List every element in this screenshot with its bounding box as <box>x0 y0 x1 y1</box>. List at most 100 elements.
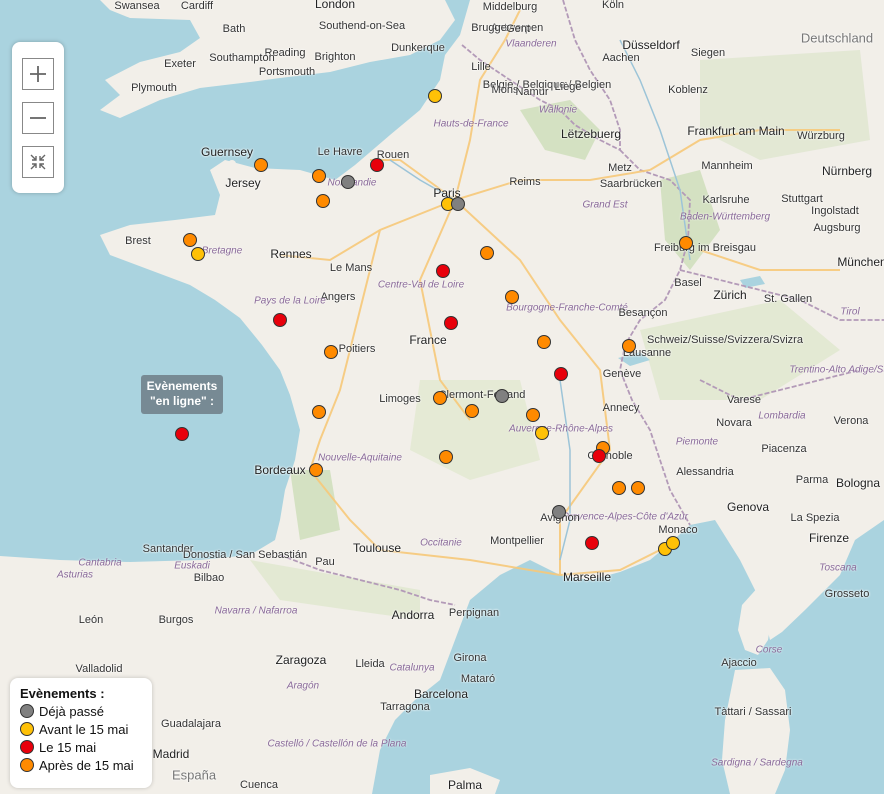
place-label: Perpignan <box>448 607 500 619</box>
event-marker-after[interactable] <box>505 290 519 304</box>
place-label: León <box>78 614 104 626</box>
event-marker-past[interactable] <box>341 175 355 189</box>
place-label: Portsmouth <box>258 66 316 78</box>
place-label: Karlsruhe <box>702 194 750 206</box>
place-label: Guernsey <box>200 145 254 159</box>
legend-item-before: Avant le 15 mai <box>20 720 142 738</box>
event-marker-after[interactable] <box>433 391 447 405</box>
legend-label-before: Avant le 15 mai <box>39 721 129 737</box>
event-marker-after[interactable] <box>480 246 494 260</box>
place-label: Ingolstadt <box>811 205 859 217</box>
place-label: Valladolid <box>75 663 123 675</box>
place-label: Parma <box>795 474 829 486</box>
event-marker-after[interactable] <box>622 339 636 353</box>
place-label: Barcelona <box>413 687 469 701</box>
place-label: Mataró <box>460 673 496 685</box>
place-label: Southampton <box>209 52 275 64</box>
event-marker-on-day[interactable] <box>436 264 450 278</box>
legend-item-after: Après de 15 mai <box>20 756 142 774</box>
event-marker-on-day[interactable] <box>273 313 287 327</box>
place-label: Nürnberg <box>821 164 873 178</box>
online-events-line-1: Evènements <box>146 379 218 393</box>
legend-item-past: Déjà passé <box>20 702 142 720</box>
event-marker-on-day[interactable] <box>175 427 189 441</box>
place-label: Le Havre <box>317 146 363 158</box>
event-marker-on-day[interactable] <box>370 158 384 172</box>
place-label: Zaragoza <box>275 653 327 667</box>
event-marker-after[interactable] <box>324 345 338 359</box>
event-marker-after[interactable] <box>631 481 645 495</box>
place-label: Zürich <box>713 288 747 302</box>
place-label: Donostia / San Sebastián <box>182 549 308 561</box>
place-label: Euskadi <box>174 560 210 572</box>
place-label: Piacenza <box>761 443 807 455</box>
place-label: Poitiers <box>338 343 376 355</box>
event-marker-after[interactable] <box>254 158 268 172</box>
event-marker-past[interactable] <box>451 197 465 211</box>
event-marker-after[interactable] <box>465 404 479 418</box>
legend-dot-on-day <box>20 740 34 754</box>
place-label: Piemonte <box>675 436 719 448</box>
place-label: Siegen <box>690 47 726 59</box>
legend-dot-after <box>20 758 34 772</box>
place-label: Castelló / Castellón de la Plana <box>267 738 407 750</box>
place-label: Cuenca <box>240 779 278 791</box>
event-marker-past[interactable] <box>495 389 509 403</box>
place-label: Aragón <box>286 680 320 692</box>
event-marker-past[interactable] <box>552 505 566 519</box>
event-marker-after[interactable] <box>679 236 693 250</box>
event-marker-after[interactable] <box>612 481 626 495</box>
legend-label-after: Après de 15 mai <box>39 757 134 773</box>
legend: Evènements : Déjà passé Avant le 15 mai … <box>10 678 152 788</box>
event-marker-before[interactable] <box>535 426 549 440</box>
place-label: Provence-Alpes-Côte d'Azur <box>562 511 688 523</box>
map[interactable]: Swansea Cardiff London Southend-on-Sea Midde… <box>0 0 884 794</box>
event-marker-on-day[interactable] <box>444 316 458 330</box>
place-label: Baden-Württemberg <box>679 211 771 223</box>
place-label: Tàttari / Sassari <box>714 706 792 718</box>
place-label: St. Gallen <box>763 293 813 305</box>
event-marker-after[interactable] <box>316 194 330 208</box>
place-label: Schweiz/Suisse/Svizzera/Svizra <box>647 334 803 346</box>
place-label: Saarbrücken <box>599 178 663 190</box>
event-marker-on-day[interactable] <box>592 449 606 463</box>
place-label: Ajaccio <box>721 657 757 669</box>
reset-view-button[interactable] <box>22 146 54 178</box>
event-marker-after[interactable] <box>537 335 551 349</box>
plus-icon <box>30 66 46 82</box>
zoom-out-button[interactable] <box>22 102 54 134</box>
event-marker-before[interactable] <box>428 89 442 103</box>
place-label: Sardigna / Sardegna <box>711 757 803 769</box>
event-marker-after[interactable] <box>312 169 326 183</box>
place-label: Köln <box>601 0 625 11</box>
place-label: Tirol <box>840 306 860 318</box>
online-events-label: Evènements "en ligne" : <box>141 375 223 414</box>
place-label: Bilbao <box>193 572 225 584</box>
place-label: Brugge <box>471 22 507 34</box>
place-label: Guadalajara <box>161 718 221 730</box>
place-label: Bourgogne-Franche-Comté <box>506 302 628 314</box>
event-marker-after[interactable] <box>309 463 323 477</box>
event-marker-after[interactable] <box>526 408 540 422</box>
place-label: Jersey <box>225 176 261 190</box>
legend-dot-before <box>20 722 34 736</box>
place-label: Lleida <box>355 658 385 670</box>
event-marker-before[interactable] <box>191 247 205 261</box>
event-marker-before[interactable] <box>666 536 680 550</box>
event-marker-after[interactable] <box>439 450 453 464</box>
legend-dot-past <box>20 704 34 718</box>
event-marker-on-day[interactable] <box>554 367 568 381</box>
event-marker-on-day[interactable] <box>585 536 599 550</box>
event-marker-after[interactable] <box>312 405 326 419</box>
place-label: Auvergne-Rhône-Alpes <box>509 423 613 435</box>
event-marker-after[interactable] <box>183 233 197 247</box>
place-label: Novara <box>716 417 752 429</box>
place-label: Cantabria <box>78 557 122 569</box>
place-label: Bordeaux <box>254 463 306 477</box>
place-label: Pau <box>315 556 335 568</box>
place-label: Liège <box>554 81 582 93</box>
zoom-in-button[interactable] <box>22 58 54 90</box>
online-events-line-2: "en ligne" : <box>149 394 215 408</box>
place-label: Firenze <box>808 531 850 545</box>
place-label: Mannheim <box>701 160 753 172</box>
